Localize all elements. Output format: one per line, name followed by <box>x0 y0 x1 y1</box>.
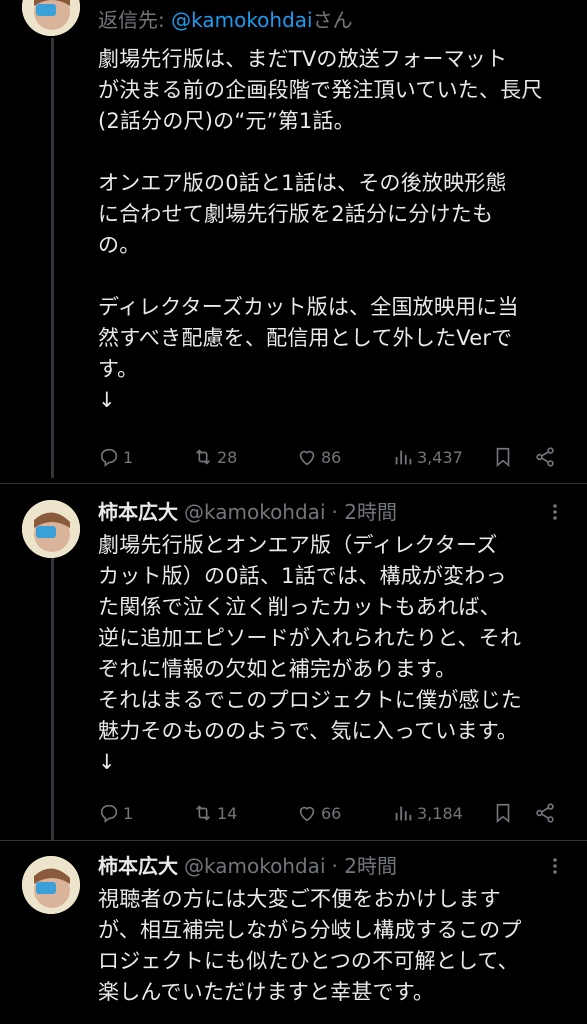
tweet-time[interactable]: · 2時間 <box>332 500 397 524</box>
reply-button[interactable]: 1 <box>98 442 133 472</box>
author-name[interactable]: 柿本広大 <box>98 854 178 878</box>
divider <box>0 483 587 484</box>
bookmark-icon <box>496 803 510 824</box>
author-handle[interactable]: @kamokohdai <box>184 854 326 878</box>
retweet-icon <box>195 805 211 821</box>
reply-button[interactable]: 1 <box>98 798 133 828</box>
reply-count: 1 <box>123 803 134 823</box>
divider <box>0 840 587 841</box>
reply-to-suffix: さん <box>312 8 353 32</box>
like-button[interactable]: 66 <box>296 798 341 828</box>
avatar[interactable] <box>22 500 80 558</box>
more-icon[interactable] <box>545 856 565 876</box>
avatar[interactable] <box>22 856 80 914</box>
share-button[interactable] <box>534 442 559 472</box>
tweet-text: 劇場先行版とオンエア版（ディレクターズ カット版）の0話、1話では、構成が変わっ… <box>98 533 522 774</box>
share-icon <box>536 447 554 467</box>
bookmark-button[interactable] <box>492 798 517 828</box>
avatar-illustration <box>22 0 80 36</box>
author-handle[interactable]: @kamokohdai <box>184 500 326 524</box>
reply-icon <box>100 448 118 467</box>
views-button[interactable]: 3,184 <box>392 798 463 828</box>
thread-line <box>51 38 54 478</box>
reply-to-handle-link[interactable]: @kamokohdai <box>171 8 313 32</box>
views-button[interactable]: 3,437 <box>392 442 463 472</box>
retweet-count: 14 <box>217 803 238 823</box>
share-button[interactable] <box>534 798 559 828</box>
avatar[interactable] <box>22 0 80 36</box>
views-icon <box>395 450 412 465</box>
tweet-text: 劇場先行版は、まだTVの放送フォーマット が決まる前の企画段階で発注頂いていた、… <box>98 47 543 412</box>
share-icon <box>536 803 554 823</box>
avatar-illustration <box>22 856 80 914</box>
reply-count: 1 <box>123 447 134 467</box>
author-name[interactable]: 柿本広大 <box>98 500 178 524</box>
like-icon <box>299 806 315 822</box>
views-count: 3,437 <box>417 447 463 467</box>
bookmark-icon <box>496 447 510 468</box>
retweet-icon <box>195 449 211 465</box>
more-icon[interactable] <box>545 502 565 522</box>
bookmark-button[interactable] <box>492 442 517 472</box>
like-icon <box>299 450 315 466</box>
action-bar: 1 14 66 3,184 <box>98 798 558 828</box>
tweet-header: 柿本広大 @kamokohdai · 2時間 <box>98 498 397 526</box>
retweet-button[interactable]: 28 <box>192 442 237 472</box>
like-count: 66 <box>321 803 342 823</box>
like-count: 86 <box>321 447 342 467</box>
reply-to-prefix: 返信先: <box>98 8 172 32</box>
like-button[interactable]: 86 <box>296 442 341 472</box>
reply-to: 返信先: @kamokohdaiさん <box>98 4 353 33</box>
retweet-button[interactable]: 14 <box>192 798 237 828</box>
views-icon <box>395 806 412 821</box>
tweet-header: 柿本広大 @kamokohdai · 2時間 <box>98 852 397 880</box>
reply-icon <box>100 804 118 823</box>
tweet-text: 視聴者の方には大変ご不便をおかけします が、相互補完しながら分岐し構成するこのプ… <box>98 887 522 1004</box>
avatar-illustration <box>22 500 80 558</box>
thread-line <box>51 558 54 840</box>
tweet-time[interactable]: · 2時間 <box>332 854 397 878</box>
views-count: 3,184 <box>417 803 463 823</box>
action-bar: 1 28 86 3,437 <box>98 442 558 472</box>
retweet-count: 28 <box>217 447 238 467</box>
